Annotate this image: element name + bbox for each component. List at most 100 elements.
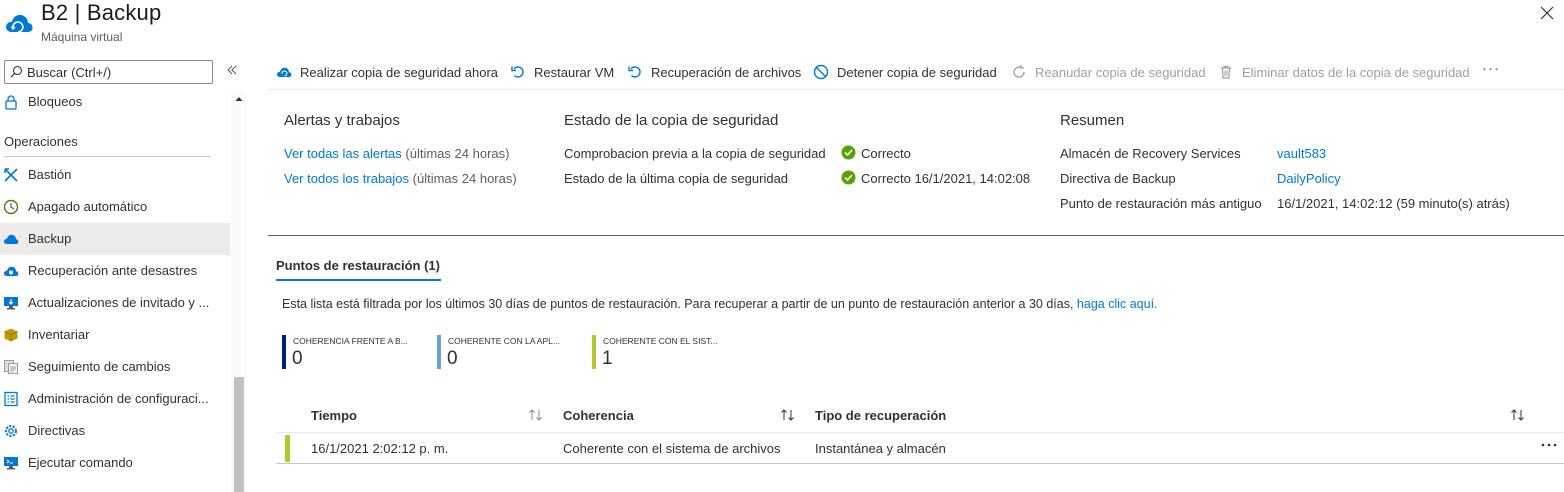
trash-icon: [1221, 65, 1231, 79]
sidebar-item-auto-shutdown[interactable]: Apagado automático: [0, 191, 230, 223]
sidebar: Bloqueos Operaciones Bastión Apagado aut…: [0, 52, 247, 492]
change-tracking-icon: [4, 360, 18, 374]
search-icon: [10, 65, 23, 78]
filter-info: Esta lista está filtrada por los últimos…: [282, 297, 1158, 311]
sidebar-item-policies[interactable]: Directivas: [0, 415, 230, 447]
alerts-title: Alertas y trabajos: [284, 112, 400, 129]
sidebar-item-backup[interactable]: Backup: [0, 223, 230, 255]
success-check-icon: [841, 145, 856, 160]
view-alerts-link[interactable]: Ver todas las alertas: [284, 146, 402, 161]
sort-icon[interactable]: [780, 408, 796, 422]
sidebar-item-label: Recuperación ante desastres: [28, 263, 198, 278]
backup-cloud-logo-icon: [6, 14, 33, 33]
block-icon: [813, 64, 829, 80]
jobs-row: Ver todos los trabajos (últimas 24 horas…: [284, 171, 517, 186]
blade-header: B2 | Backup Máquina virtual: [0, 0, 1564, 52]
app-consistent-tile[interactable]: COHERENTE CON LA APL... 0: [437, 335, 577, 369]
search-input[interactable]: [27, 63, 207, 81]
sidebar-item-run-command[interactable]: Ejecutar comando: [0, 447, 230, 479]
sidebar-item-inventory[interactable]: Inventariar: [0, 319, 230, 351]
column-header-time[interactable]: Tiempo: [311, 408, 357, 423]
stop-backup-label: Detener copia de seguridad: [837, 65, 997, 80]
tile-color-bar: [282, 335, 286, 369]
undo-icon: [511, 66, 524, 78]
tile-count: 0: [447, 348, 458, 369]
cell-consistency: Coherente con el sistema de archivos: [563, 441, 781, 456]
more-actions-button[interactable]: ···: [1482, 60, 1500, 80]
search-box[interactable]: [4, 60, 213, 84]
section-divider: [4, 156, 211, 157]
delete-backup-data-label: Eliminar datos de la copia de seguridad: [1242, 65, 1470, 80]
sidebar-item-label: Seguimiento de cambios: [28, 359, 171, 374]
monitor-update-icon: [4, 297, 18, 310]
success-check-icon: [841, 170, 856, 185]
vault-label: Almacén de Recovery Services: [1060, 146, 1241, 161]
cell-recovery-type: Instantánea y almacén: [815, 441, 946, 456]
jobs-suffix: (últimas 24 horas): [412, 171, 517, 186]
file-recovery-label: Recuperación de archivos: [651, 65, 802, 80]
sidebar-item-label: Bloqueos: [28, 94, 83, 109]
sidebar-item-guest-updates[interactable]: Actualizaciones de invitado y ...: [0, 287, 230, 319]
run-command-icon: [4, 457, 18, 470]
backup-status-title: Estado de la copia de seguridad: [564, 112, 779, 129]
sidebar-item-label: Backup: [28, 231, 72, 246]
column-header-recovery-type[interactable]: Tipo de recuperación: [815, 408, 946, 423]
policy-label: Directiva de Backup: [1060, 171, 1176, 186]
scroll-up-arrow-icon[interactable]: [234, 94, 244, 104]
refresh-icon: [1013, 65, 1025, 78]
precheck-value: Correcto: [861, 146, 911, 161]
page-subtitle: Máquina virtual: [41, 30, 123, 44]
sidebar-item-configuration-management[interactable]: Administración de configuraci...: [0, 383, 230, 415]
sidebar-item-disaster-recovery[interactable]: Recuperación ante desastres: [0, 255, 230, 287]
table-row[interactable]: 16/1/2021 2:02:12 p. m. Coherente con el…: [276, 433, 1564, 464]
sidebar-item-locks[interactable]: Bloqueos: [0, 86, 230, 118]
click-here-link[interactable]: haga clic aquí.: [1077, 297, 1158, 311]
column-header-consistency[interactable]: Coherencia: [563, 408, 634, 423]
page-title: B2 | Backup: [41, 0, 162, 25]
sidebar-item-label: Administración de configuraci...: [28, 391, 209, 406]
tile-count: 1: [602, 348, 613, 369]
row-status-bar: [285, 435, 290, 462]
sort-icon[interactable]: [528, 408, 544, 422]
lock-icon: [5, 95, 17, 110]
config-list-icon: [4, 391, 18, 407]
view-jobs-link[interactable]: Ver todos los trabajos: [284, 171, 409, 186]
tab-restore-points[interactable]: Puntos de restauración (1): [276, 258, 440, 273]
tile-count: 0: [292, 348, 303, 369]
oldest-restore-point-label: Punto de restauración más antiguo: [1060, 196, 1262, 211]
restore-vm-label: Restaurar VM: [534, 65, 615, 80]
backup-now-label: Realizar copia de seguridad ahora: [300, 65, 499, 80]
clock-icon: [3, 199, 19, 215]
sort-icon[interactable]: [1510, 408, 1526, 422]
policy-link[interactable]: DailyPolicy: [1277, 171, 1341, 186]
alerts-row: Ver todas las alertas (últimas 24 horas): [284, 146, 509, 161]
summary-title: Resumen: [1060, 112, 1125, 129]
section-header-operations: Operaciones: [4, 134, 78, 149]
sidebar-item-bastion[interactable]: Bastión: [0, 159, 230, 191]
sidebar-item-label: Apagado automático: [28, 199, 148, 214]
sidebar-item-change-tracking[interactable]: Seguimiento de cambios: [0, 351, 230, 383]
file-system-consistent-tile[interactable]: COHERENTE CON EL SIST... 1: [592, 335, 732, 369]
close-icon[interactable]: [1538, 4, 1556, 22]
precheck-label: Comprobacion previa a la copia de seguri…: [564, 146, 826, 161]
sidebar-item-label: Actualizaciones de invitado y ...: [28, 295, 210, 310]
sidebar-scrollbar[interactable]: [231, 92, 247, 492]
filter-info-text: Esta lista está filtrada por los últimos…: [282, 297, 1074, 311]
tile-label: COHERENTE CON LA APL...: [448, 336, 560, 346]
crash-consistent-tile[interactable]: COHERENCIA FRENTE A B... 0: [282, 335, 422, 369]
alerts-suffix: (últimas 24 horas): [405, 146, 510, 161]
collapse-sidebar-icon[interactable]: [224, 62, 240, 78]
command-bar: Realizar copia de seguridad ahora Restau…: [268, 52, 1564, 90]
backup-cloud-icon: [3, 234, 19, 244]
site-recovery-icon: [3, 266, 19, 276]
scrollbar-thumb[interactable]: [234, 377, 244, 492]
tile-color-bar: [592, 335, 596, 369]
sidebar-item-label: Inventariar: [28, 327, 90, 342]
bastion-icon: [4, 168, 18, 182]
sidebar-item-label: Bastión: [28, 167, 72, 182]
undo-icon: [628, 66, 641, 78]
last-backup-value: Correcto 16/1/2021, 14:02:08: [861, 171, 1031, 186]
row-more-options-icon[interactable]: [1539, 437, 1559, 453]
sidebar-item-label: Ejecutar comando: [28, 455, 133, 470]
vault-link[interactable]: vault583: [1277, 146, 1326, 161]
